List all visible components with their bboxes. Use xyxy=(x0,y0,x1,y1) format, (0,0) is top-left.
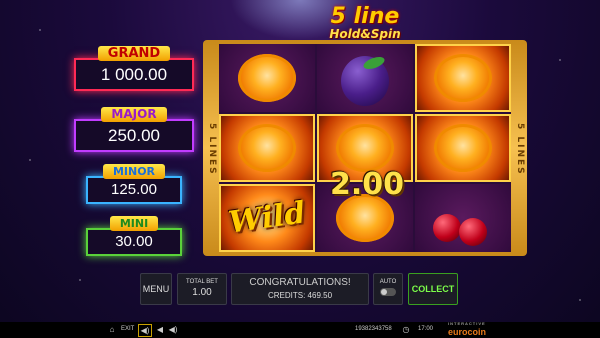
jackpot-minor: MINOR 125.00 xyxy=(86,160,182,204)
volume-low-icon[interactable]: ◀ xyxy=(154,324,166,335)
jackpot-grand-value: 1 000.00 xyxy=(74,58,194,91)
jackpot-mini-value: 30.00 xyxy=(86,228,182,256)
jackpot-major-label: MAJOR xyxy=(101,107,167,122)
credits-text: CREDITS: 469.50 xyxy=(267,291,333,300)
home-icon[interactable]: ⌂ xyxy=(106,324,118,335)
clock-time: 17:00 xyxy=(418,326,434,332)
reel-cell-orange xyxy=(415,114,511,182)
message-panel: CONGRATULATIONS! CREDITS: 469.50 xyxy=(231,273,369,305)
jackpot-grand-label: GRAND xyxy=(97,46,171,61)
reel-cell-orange xyxy=(415,44,511,112)
reel-cell-plum xyxy=(317,44,413,112)
total-bet-value: 1.00 xyxy=(192,287,212,298)
wild-symbol: Wild xyxy=(226,195,308,241)
volume-high-icon[interactable]: ◀) xyxy=(167,324,179,335)
orange-symbol xyxy=(238,124,296,172)
reel-frame: 5 LINES 5 LINES Wild xyxy=(203,40,527,256)
jackpot-major-value: 250.00 xyxy=(74,119,194,152)
logo-line2: Hold&Spin xyxy=(329,27,401,41)
jackpot-minor-label: MINOR xyxy=(102,164,166,179)
exit-link[interactable]: EXIT xyxy=(121,326,134,332)
reel-cell-orange xyxy=(219,114,315,182)
collect-button[interactable]: COLLECT xyxy=(408,273,458,305)
jackpot-mini: MINI 30.00 xyxy=(86,212,182,256)
clock-icon: ◷ xyxy=(402,325,410,334)
lines-label-right: 5 LINES xyxy=(515,122,525,176)
game-logo: 5 line Hold&Spin xyxy=(318,4,412,41)
lines-label-left: 5 LINES xyxy=(207,122,217,176)
auto-button[interactable]: AUTO xyxy=(373,273,403,305)
brand-name: eurocoin xyxy=(448,327,487,337)
cherry-symbol xyxy=(459,218,487,246)
jackpot-grand: GRAND 1 000.00 xyxy=(74,42,194,91)
orange-symbol xyxy=(336,124,394,172)
reel-grid: Wild xyxy=(219,44,511,252)
jackpot-major: MAJOR 250.00 xyxy=(74,103,194,152)
logo-line1: 5 line xyxy=(330,4,400,29)
reel-cell-orange xyxy=(219,44,315,112)
cherry-symbol xyxy=(433,214,461,242)
reel-cell-cherry xyxy=(415,184,511,252)
total-bet-label: TOTAL BET xyxy=(186,279,218,285)
win-amount: 2.00 xyxy=(330,167,405,202)
message-text: CONGRATULATIONS! xyxy=(249,277,351,288)
orange-symbol xyxy=(434,124,492,172)
status-bar: ⌂ EXIT ◀) ◀ ◀) 19382343758 ◷ 17:00 euroc… xyxy=(0,322,600,338)
auto-toggle[interactable] xyxy=(380,288,396,296)
auto-label: AUTO xyxy=(379,279,397,285)
orange-symbol xyxy=(238,54,296,102)
game-id: 19382343758 xyxy=(355,326,392,332)
orange-symbol xyxy=(434,54,492,102)
jackpot-minor-value: 125.00 xyxy=(86,176,182,204)
menu-button[interactable]: MENU xyxy=(140,273,172,305)
sound-icon[interactable]: ◀) xyxy=(138,324,152,337)
brand-logo: eurocoin INTERACTIVE xyxy=(448,322,486,338)
jackpot-mini-label: MINI xyxy=(109,216,159,231)
reel-cell-wild: Wild xyxy=(219,184,315,252)
total-bet-button[interactable]: TOTAL BET 1.00 xyxy=(177,273,227,305)
